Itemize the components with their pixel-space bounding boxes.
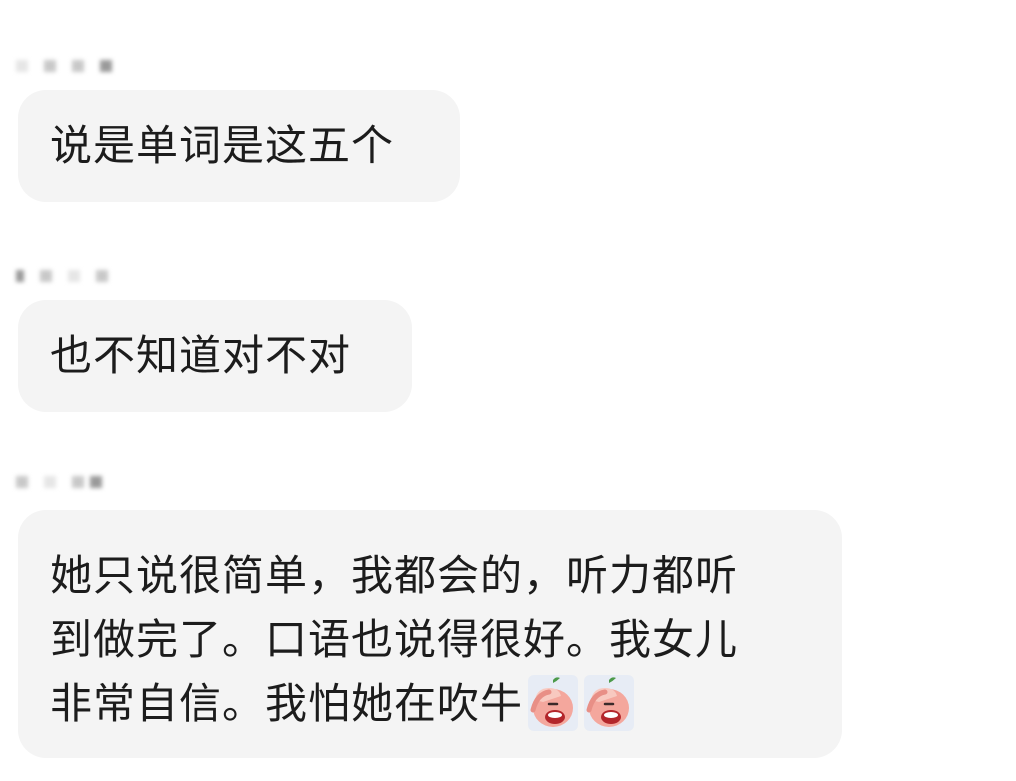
- message-text-line: 她只说很简单，我都会的，听力都听: [50, 551, 739, 600]
- message-text: 也不知道对不对: [50, 331, 352, 380]
- message-bubble[interactable]: 也不知道对不对: [18, 300, 412, 412]
- sender-name-redacted: [16, 474, 118, 490]
- facepalm-peach-icon: [527, 674, 579, 732]
- facepalm-peach-icon: [583, 674, 635, 732]
- message-bubble[interactable]: 说是单词是这五个: [18, 90, 460, 202]
- message-bubble[interactable]: 她只说很简单，我都会的，听力都听 到做完了。口语也说得很好。我女儿 非常自信。我…: [18, 510, 842, 758]
- message-text-line: 非常自信。我怕她在吹牛: [50, 672, 810, 736]
- sender-name-redacted: [16, 268, 124, 284]
- message-text-line: 到做完了。口语也说得很好。我女儿: [50, 615, 739, 664]
- sender-name-redacted: [16, 58, 128, 74]
- message-text: 说是单词是这五个: [50, 121, 395, 170]
- message-text-fragment: 非常自信。我怕她在吹牛: [50, 679, 524, 728]
